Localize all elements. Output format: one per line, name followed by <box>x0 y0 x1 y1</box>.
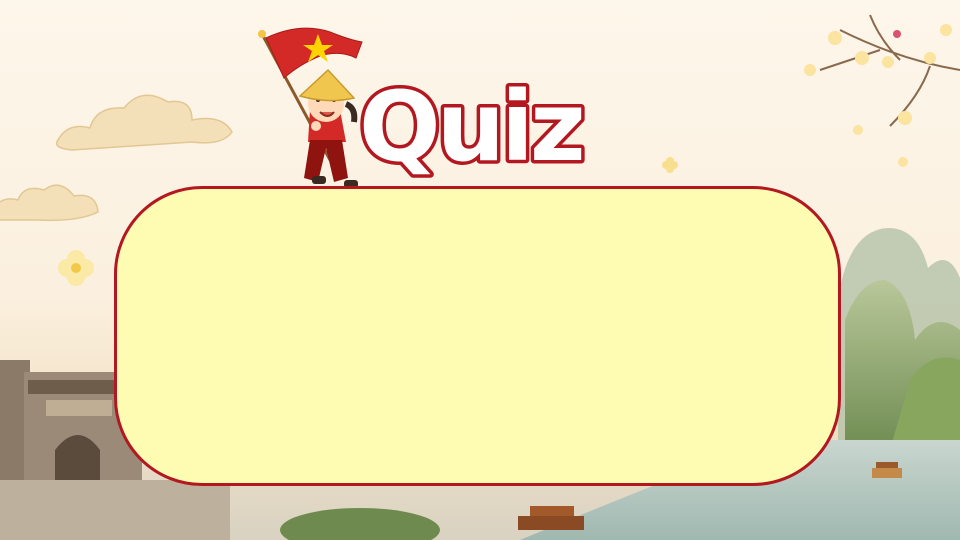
flower-left-icon <box>58 250 94 286</box>
flower-small-icon <box>662 157 678 173</box>
svg-text:Quiz: Quiz <box>359 71 582 183</box>
boat-bottom-icon <box>518 506 584 530</box>
cloud-mid-left <box>0 184 99 222</box>
boat-right-icon <box>872 462 902 478</box>
cloud-top-left <box>55 94 233 151</box>
apricot-blossom-branch <box>819 14 960 127</box>
quiz-title: Quiz <box>356 68 590 187</box>
quiz-content-box <box>114 186 841 486</box>
quiz-slide: Quiz <box>0 0 960 540</box>
